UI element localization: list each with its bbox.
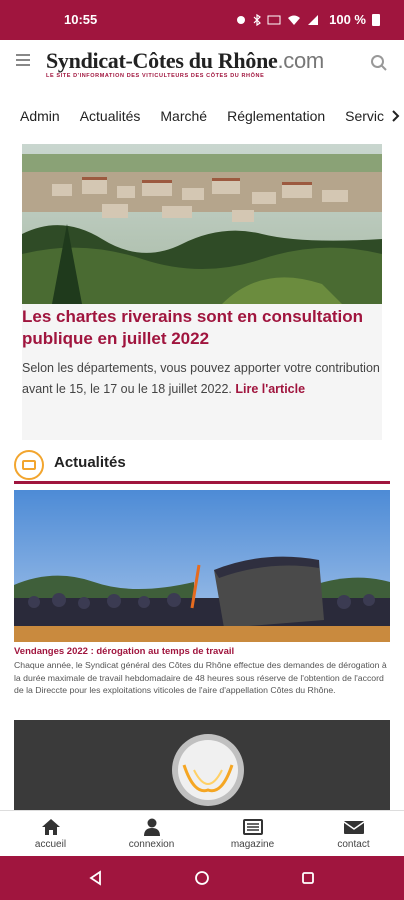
nav-home[interactable]: accueil (0, 811, 101, 856)
data-icon (267, 15, 281, 24)
nav-login-label: connexion (128, 839, 175, 850)
signal-icon (308, 14, 319, 25)
nav-login[interactable]: connexion (101, 811, 202, 856)
status-icons: 100 % (235, 12, 380, 27)
section-header: Actualités (14, 446, 390, 484)
tab-marche[interactable]: Marché (150, 108, 217, 124)
article-image (14, 490, 390, 642)
tab-admin[interactable]: Admin (0, 108, 70, 124)
user-icon (143, 818, 160, 836)
nav-home-label: accueil (34, 839, 67, 850)
article-excerpt: Chaque année, le Syndicat général des Cô… (14, 660, 387, 695)
news-icon (14, 450, 44, 480)
app-header: Syndicat-Côtes du Rhône.com LE SITE D'IN… (0, 40, 404, 90)
nav-contact-label: contact (337, 839, 370, 850)
tab-services[interactable]: Servic (335, 108, 394, 124)
settings-icon (237, 15, 246, 24)
tab-actualites[interactable]: Actualités (70, 108, 151, 124)
hero-title[interactable]: Les chartes riverains sont en consultati… (22, 306, 382, 350)
nav-magazine[interactable]: magazine (202, 811, 303, 856)
hero-image (22, 144, 382, 304)
article-title[interactable]: Vendanges 2022 : dérogation au temps de … (14, 646, 390, 657)
chevron-right-icon[interactable] (388, 96, 404, 136)
menu-icon[interactable] (16, 54, 30, 66)
nav-contact[interactable]: contact (303, 811, 404, 856)
system-navigation-bar (0, 856, 404, 900)
home-icon (41, 819, 60, 835)
featured-article[interactable]: Les chartes riverains sont en consultati… (22, 144, 382, 440)
battery-level: 100 % (329, 12, 366, 27)
nav-magazine-label: magazine (230, 839, 275, 850)
recents-icon[interactable] (300, 870, 316, 886)
logo-main: Syndicat-Côtes du Rhône (46, 48, 278, 73)
status-bar: 10:55 100 % (0, 0, 404, 40)
logo-suffix: .com (277, 48, 324, 73)
article-image (14, 720, 390, 810)
list-item[interactable] (14, 720, 390, 810)
search-icon[interactable] (370, 54, 388, 72)
list-item[interactable]: Vendanges 2022 : dérogation au temps de … (14, 490, 390, 697)
section-title: Actualités (54, 454, 126, 471)
mail-icon (343, 821, 364, 834)
site-logo[interactable]: Syndicat-Côtes du Rhône.com LE SITE D'IN… (46, 48, 356, 79)
bluetooth-icon (253, 13, 262, 26)
status-time: 10:55 (64, 12, 98, 27)
wifi-icon (288, 15, 301, 25)
back-icon[interactable] (88, 870, 104, 886)
magazine-icon (242, 819, 263, 835)
tab-reglementation[interactable]: Réglementation (217, 108, 335, 124)
hero-description: Selon les départements, vous pouvez appo… (22, 361, 380, 396)
bottom-navigation: accueil connexion magazine contact (0, 810, 404, 856)
battery-icon (372, 14, 380, 26)
home-circle-icon[interactable] (194, 870, 210, 886)
read-more-link[interactable]: Lire l'article (235, 382, 305, 396)
category-tabs: Admin Actualités Marché Réglementation S… (0, 96, 404, 136)
hero-text: Selon les départements, vous pouvez appo… (22, 358, 382, 400)
